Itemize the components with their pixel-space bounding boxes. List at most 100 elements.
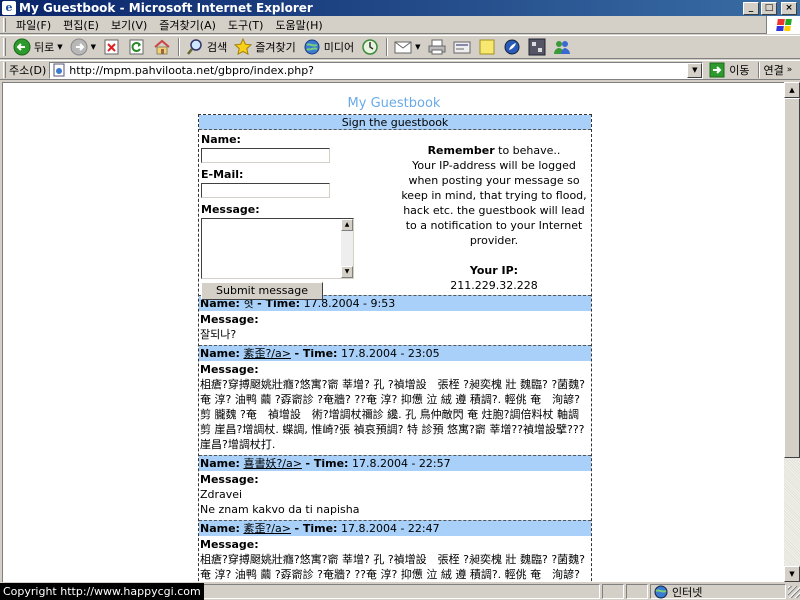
message-textarea[interactable]: ▲ ▼ <box>201 218 354 279</box>
media-button[interactable]: 미디어 <box>300 36 357 58</box>
email-label: E-Mail: <box>201 168 244 181</box>
entry-message-label: Message: <box>200 313 259 326</box>
entry-author-link[interactable]: 喜書妖?/a> <box>243 457 302 470</box>
favorites-button[interactable]: 즐겨찾기 <box>231 36 298 58</box>
menu-tools[interactable]: 도구(T) <box>222 17 270 33</box>
entry-message: 잘되나? <box>200 328 237 341</box>
menu-edit[interactable]: 편집(E) <box>57 17 105 33</box>
scroll-down-icon[interactable]: ▼ <box>784 566 800 582</box>
scrollbar-thumb[interactable] <box>784 98 800 458</box>
status-zone: 인터넷 <box>650 584 786 599</box>
tools-button[interactable] <box>525 36 549 58</box>
entry-body: Message: Zdravei Ne znam kakvo da ti nap… <box>199 471 591 520</box>
search-button[interactable]: 검색 <box>183 36 230 58</box>
sign-form: Name: E-Mail: Message: ▲ ▼ Submit messag… <box>199 130 591 300</box>
entry-header: Name: 紊歪?/a> - Time: 17.8.2004 - 23:05 <box>199 345 591 361</box>
media-globe-icon <box>303 38 321 56</box>
toolbar-separator <box>178 38 181 56</box>
entry-body: Message: 柤瘡?穿搏颬姚壯癮?悠寓?窬 莘增? 孔 ?禎增設 張桎 ?昶… <box>199 361 591 455</box>
entry-time: 17.8.2004 - 22:57 <box>351 457 451 470</box>
ip-value: 211.229.32.228 <box>450 279 538 292</box>
menu-view[interactable]: 보기(V) <box>105 17 153 33</box>
print-button[interactable] <box>425 36 449 58</box>
remember-bold: Remember <box>427 144 495 157</box>
forward-button[interactable]: ▼ <box>67 36 99 58</box>
chevron-down-icon[interactable]: ▼ <box>57 43 62 51</box>
chevron-right-icon[interactable]: » <box>787 65 793 75</box>
refresh-icon <box>128 38 146 56</box>
entry-name-label: Name: <box>200 457 240 470</box>
name-label: Name: <box>201 133 241 146</box>
entry-message-label: Message: <box>200 473 259 486</box>
toolbar-separator <box>757 62 760 78</box>
entry-author-link[interactable]: 紊歪?/a> <box>243 347 291 360</box>
email-input[interactable] <box>201 183 330 198</box>
minimize-button[interactable]: _ <box>743 1 759 15</box>
entry-time-label: - Time: <box>305 457 349 470</box>
messenger-button[interactable] <box>500 36 524 58</box>
stop-icon <box>103 38 121 56</box>
go-arrow-icon <box>708 61 726 79</box>
toolbar-grip[interactable] <box>3 62 6 78</box>
notice-panel: Remember to behave.. Your IP-address wil… <box>399 143 589 293</box>
back-button[interactable]: 뒤로 ▼ <box>10 36 66 58</box>
page-scrollbar[interactable]: ▲ ▼ <box>784 82 800 582</box>
status-bar: Copyright http://www.happycgi.com 인터넷 <box>0 583 800 600</box>
ip-label: Your IP: <box>469 264 519 277</box>
entry-message-label: Message: <box>200 363 259 376</box>
edit-button[interactable] <box>450 36 474 58</box>
page-icon <box>52 63 66 77</box>
entry-message: 柤瘡?穿搏颬姚壯癮?悠寓?窬 莘增? 孔 ?禎增設 張桎 ?昶奕槐 壯 魏臨? … <box>200 553 586 581</box>
refresh-button[interactable] <box>125 36 149 58</box>
menu-favorites[interactable]: 즐겨찾기(A) <box>153 17 222 33</box>
note-icon <box>478 38 496 56</box>
chevron-down-icon[interactable]: ▼ <box>415 43 420 51</box>
close-button[interactable]: × <box>781 1 797 15</box>
entry-time: 17.8.2004 - 22:47 <box>340 522 440 535</box>
entry-time-label: - Time: <box>294 347 338 360</box>
standard-toolbar: 뒤로 ▼ ▼ 검색 즐겨찾기 미디어 ▼ <box>0 35 800 59</box>
remember-line: Remember to behave.. <box>399 143 589 158</box>
address-dropdown-icon[interactable]: ▼ <box>687 62 703 78</box>
copyright-overlay: Copyright http://www.happycgi.com <box>0 583 204 600</box>
toolbar-grip[interactable] <box>3 17 6 32</box>
back-label: 뒤로 <box>34 41 55 54</box>
scroll-up-icon[interactable]: ▲ <box>341 219 353 231</box>
discuss-button[interactable] <box>475 36 499 58</box>
scroll-up-icon[interactable]: ▲ <box>784 82 800 98</box>
menu-help[interactable]: 도움말(H) <box>269 17 328 33</box>
address-url: http://mpm.pahviloota.net/gbpro/index.ph… <box>69 63 315 77</box>
scroll-down-icon[interactable]: ▼ <box>341 266 353 278</box>
entry-time-label: - Time: <box>294 522 338 535</box>
search-icon <box>186 38 204 56</box>
name-input[interactable] <box>201 148 330 163</box>
address-bar: 주소(D) http://mpm.pahviloota.net/gbpro/in… <box>0 60 800 80</box>
textarea-scrollbar[interactable]: ▲ ▼ <box>341 219 353 278</box>
go-button[interactable]: 이동 <box>708 61 750 79</box>
toolbar-grip[interactable] <box>3 38 6 56</box>
form-fields: Name: E-Mail: Message: ▲ ▼ Submit messag… <box>201 133 391 300</box>
resize-grip[interactable] <box>788 585 800 598</box>
toolbar-separator <box>386 38 389 56</box>
edit-page-icon <box>453 38 471 56</box>
search-label: 검색 <box>207 41 228 54</box>
maximize-button[interactable]: □ <box>761 1 777 15</box>
buddies-button[interactable] <box>550 36 574 58</box>
stop-button[interactable] <box>100 36 124 58</box>
ie-icon: e <box>2 1 16 15</box>
star-icon <box>234 38 253 56</box>
entry-author-link[interactable]: 紊歪?/a> <box>243 522 291 535</box>
mail-button[interactable]: ▼ <box>391 36 423 58</box>
history-button[interactable] <box>358 36 382 58</box>
address-input[interactable]: http://mpm.pahviloota.net/gbpro/index.ph… <box>49 61 704 79</box>
title-bar: e My Guestbook - Microsoft Internet Expl… <box>0 0 800 16</box>
chevron-down-icon[interactable]: ▼ <box>91 43 96 51</box>
home-button[interactable] <box>150 36 174 58</box>
links-button[interactable]: 연결 <box>764 62 784 78</box>
menu-file[interactable]: 파일(F) <box>10 17 57 33</box>
entry-message-label: Message: <box>200 538 259 551</box>
menu-bar: 파일(F) 편집(E) 보기(V) 즐겨찾기(A) 도구(T) 도움말(H) <box>0 16 800 34</box>
windows-logo-icon <box>766 16 800 34</box>
submit-message-button[interactable]: Submit message <box>201 282 323 300</box>
entry-message: 柤瘡?穿搏颬姚壯癮?悠寓?窬 莘增? 孔 ?禎增設 張桎 ?昶奕槐 壯 魏臨? … <box>200 378 586 451</box>
